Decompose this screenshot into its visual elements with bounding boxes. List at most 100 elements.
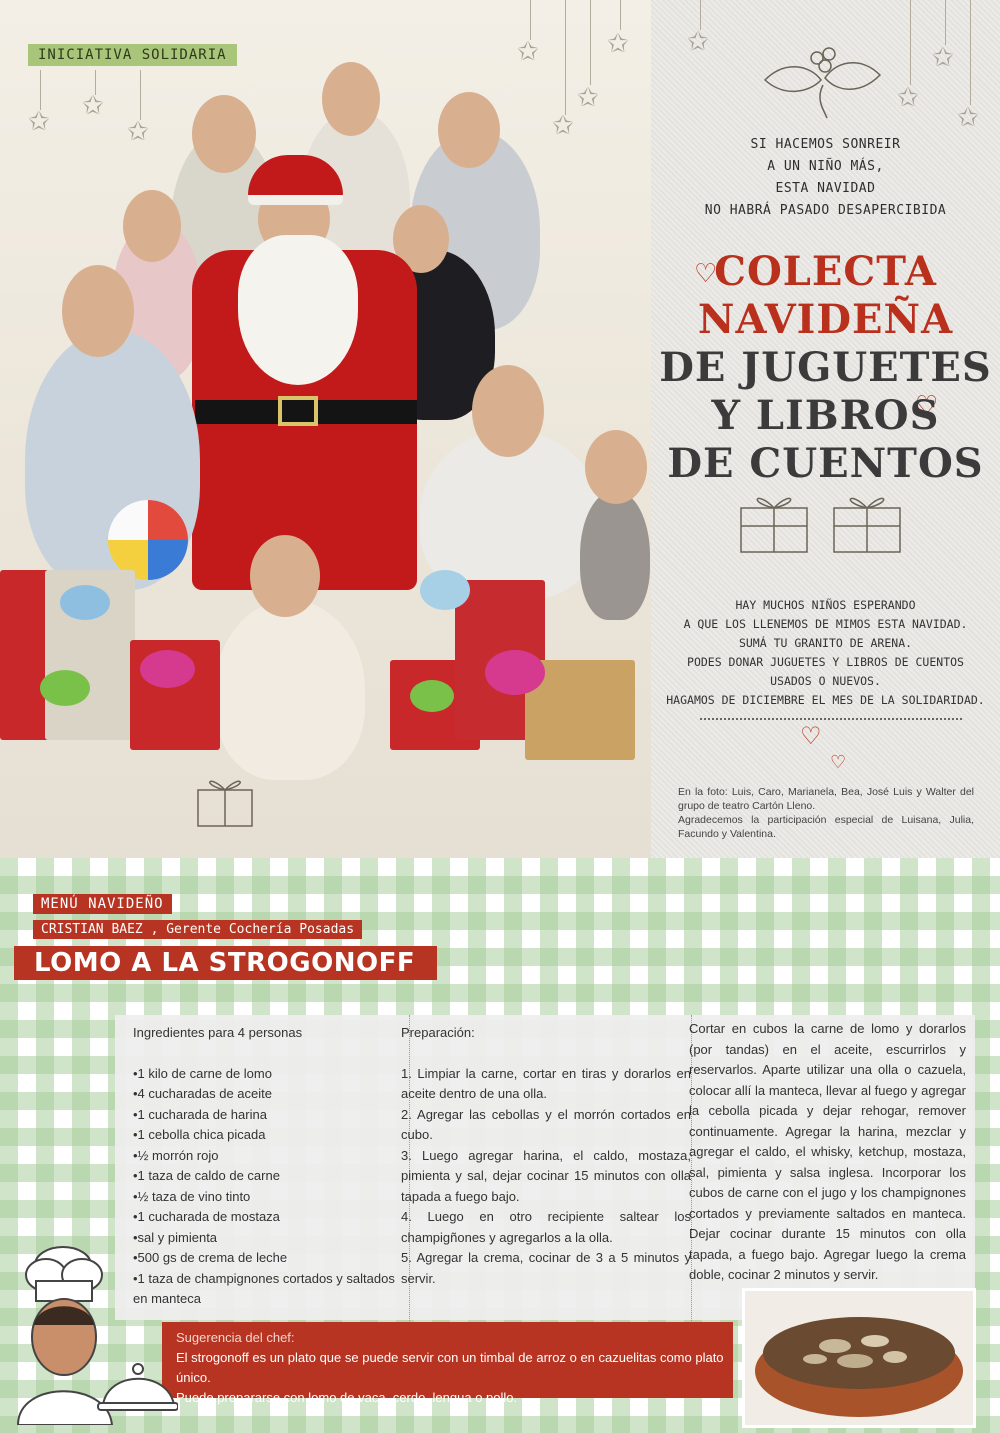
star-ornament-icon: ✩ bbox=[517, 36, 539, 66]
dish-photo bbox=[742, 1288, 976, 1428]
campaign-title-line: DE CUENTOS bbox=[667, 440, 984, 487]
campaign-title-line: NAVIDEÑA bbox=[697, 296, 954, 343]
face bbox=[250, 535, 320, 617]
ribbon-bow bbox=[485, 650, 545, 695]
chef-avatar bbox=[16, 1246, 178, 1425]
ornament-string bbox=[565, 0, 566, 115]
slogan-line: SI HACEMOS SONREIR bbox=[750, 137, 901, 152]
face bbox=[192, 95, 256, 173]
ornament-string bbox=[40, 70, 41, 110]
method-text: Cortar en cubos la carne de lomo y dorar… bbox=[689, 1021, 966, 1282]
ornament-string bbox=[945, 0, 946, 45]
ribbon-bow bbox=[410, 680, 454, 712]
campaign-title: COLECTA NAVIDEÑA DE JUGUETES Y LIBROS DE… bbox=[651, 248, 1000, 488]
info-line: A QUE LOS LLENEMOS DE MIMOS ESTA NAVIDAD… bbox=[683, 617, 968, 631]
toddler-figure bbox=[215, 600, 365, 780]
dotted-divider bbox=[700, 718, 962, 720]
section-tag: INICIATIVA SOLIDARIA bbox=[28, 44, 237, 66]
preparation-step: 5. Agregar la crema, cocinar de 3 a 5 mi… bbox=[401, 1250, 691, 1286]
chef-tip-title: Sugerencia del chef: bbox=[176, 1330, 295, 1345]
campaign-title-line: COLECTA bbox=[714, 248, 937, 295]
ingredient-item: •1 cucharada de harina bbox=[133, 1106, 267, 1122]
slogan-line: ESTA NAVIDAD bbox=[775, 181, 876, 196]
sketched-gift-icon bbox=[197, 780, 253, 827]
face bbox=[62, 265, 134, 357]
star-ornament-icon: ✩ bbox=[932, 42, 954, 72]
preparation-column: Preparación: 1. Limpiar la carne, cortar… bbox=[391, 1015, 692, 1323]
slogan-line: A UN NIÑO MÁS, bbox=[767, 159, 884, 174]
sketched-gift-icon bbox=[833, 497, 901, 553]
star-ornament-icon: ✩ bbox=[687, 26, 709, 56]
ingredient-item: •½ taza de vino tinto bbox=[133, 1188, 251, 1204]
boy-figure bbox=[580, 490, 650, 620]
ornament-string bbox=[620, 0, 621, 30]
strogonoff-bowl-icon bbox=[755, 1317, 963, 1417]
face bbox=[472, 365, 544, 457]
info-line: HAY MUCHOS NIÑOS ESPERANDO bbox=[735, 598, 916, 612]
star-ornament-icon: ✩ bbox=[28, 106, 50, 136]
info-line: PODES DONAR JUGUETES Y LIBROS DE CUENTOS bbox=[687, 655, 964, 669]
ingredient-item: •4 cucharadas de aceite bbox=[133, 1086, 272, 1101]
ingredients-title: Ingredientes para 4 personas bbox=[133, 1025, 303, 1040]
slogan-line: NO HABRÁ PASADO DESAPERCIBIDA bbox=[704, 203, 947, 218]
star-ornament-icon: ✩ bbox=[607, 28, 629, 58]
preparation-step: 4. Luego en otro recipiente saltear los … bbox=[401, 1209, 691, 1245]
ingredient-item: •1 cucharada de mostaza bbox=[133, 1209, 280, 1224]
face bbox=[322, 62, 380, 136]
ornament-string bbox=[970, 0, 971, 105]
group-photo: ✩ ✩ ✩ ✩ ✩ ✩ ✩ INICIATIVA SOLIDARIA bbox=[0, 0, 651, 858]
chef-tip-line: El strogonoff es un plato que se puede s… bbox=[176, 1350, 724, 1385]
preparation-title: Preparación: bbox=[401, 1025, 475, 1040]
heart-icon: ♡ bbox=[800, 723, 822, 750]
caption-line: En la foto: Luis, Caro, Marianela, Bea, … bbox=[678, 786, 974, 812]
campaign-info: HAY MUCHOS NIÑOS ESPERANDO A QUE LOS LLE… bbox=[651, 596, 1000, 710]
campaign-title-line: DE JUGUETES bbox=[659, 344, 992, 391]
preparation-step: 3. Luego agregar harina, el caldo, mosta… bbox=[401, 1147, 691, 1204]
star-ornament-icon: ✩ bbox=[82, 90, 104, 120]
ingredient-item: •1 taza de caldo de carne bbox=[133, 1168, 280, 1183]
ingredient-item: •1 kilo de carne de lomo bbox=[133, 1065, 272, 1081]
face bbox=[585, 430, 647, 504]
preparation-step: 2. Agregar las cebollas y el morrón cort… bbox=[401, 1106, 691, 1143]
heart-icon: ♡ bbox=[830, 752, 847, 772]
menu-label: MENÚ NAVIDEÑO bbox=[33, 894, 172, 914]
santa-beard bbox=[238, 235, 358, 385]
ornament-string bbox=[140, 70, 141, 120]
ribbon-bow bbox=[60, 585, 110, 620]
info-line: HAGAMOS DE DICIEMBRE EL MES DE LA SOLIDA… bbox=[666, 693, 985, 707]
face bbox=[438, 92, 500, 168]
ribbon-bow bbox=[40, 670, 90, 706]
face bbox=[123, 190, 181, 262]
solidarity-section: ✩ ✩ ✩ ✩ ✩ ✩ ✩ INICIATIVA SOLIDARIA ✩ ✩ ✩… bbox=[0, 0, 1000, 858]
beach-ball bbox=[108, 500, 188, 580]
dish-title: LOMO A LA STROGONOFF bbox=[14, 946, 438, 980]
preparation-step: 1. Limpiar la carne, cortar en tiras y d… bbox=[401, 1065, 691, 1102]
ingredient-item: •1 cebolla chica picada bbox=[133, 1127, 266, 1142]
caption-line: Agradecemos la participación especial de… bbox=[678, 814, 974, 840]
recipe-card: Ingredientes para 4 personas •1 kilo de … bbox=[115, 1015, 975, 1323]
slogan: SI HACEMOS SONREIR A UN NIÑO MÁS, ESTA N… bbox=[651, 134, 1000, 222]
star-ornament-icon: ✩ bbox=[957, 102, 979, 132]
holly-icon bbox=[763, 47, 882, 119]
photo-caption: En la foto: Luis, Caro, Marianela, Bea, … bbox=[678, 785, 974, 841]
info-line: USADOS O NUEVOS. bbox=[770, 674, 881, 688]
sketched-gift-icon bbox=[740, 497, 808, 553]
ingredient-item: •½ morrón rojo bbox=[133, 1147, 219, 1163]
ornament-string bbox=[910, 0, 911, 85]
campaign-title-line: Y LIBROS bbox=[711, 392, 940, 439]
star-ornament-icon: ✩ bbox=[897, 82, 919, 112]
ribbon-bow bbox=[140, 650, 195, 688]
chef-tip: Sugerencia del chef: El strogonoff es un… bbox=[162, 1322, 733, 1405]
info-line: SUMÁ TU GRANITO DE ARENA. bbox=[738, 636, 913, 650]
chef-credit: CRISTIAN BAEZ , Gerente Cochería Posadas bbox=[33, 920, 363, 939]
chef-tip-line: Puede prepararse con lomo de vaca, cerdo… bbox=[176, 1390, 518, 1405]
star-ornament-icon: ✩ bbox=[127, 116, 149, 146]
star-ornament-icon: ✩ bbox=[577, 82, 599, 112]
ornament-string bbox=[590, 0, 591, 85]
gift-box bbox=[0, 570, 50, 740]
ribbon-bow bbox=[420, 570, 470, 610]
method-column: Cortar en cubos la carne de lomo y dorar… bbox=[681, 1015, 966, 1319]
ornament-string bbox=[530, 0, 531, 40]
star-ornament-icon: ✩ bbox=[552, 110, 574, 140]
belt-buckle bbox=[278, 396, 318, 426]
